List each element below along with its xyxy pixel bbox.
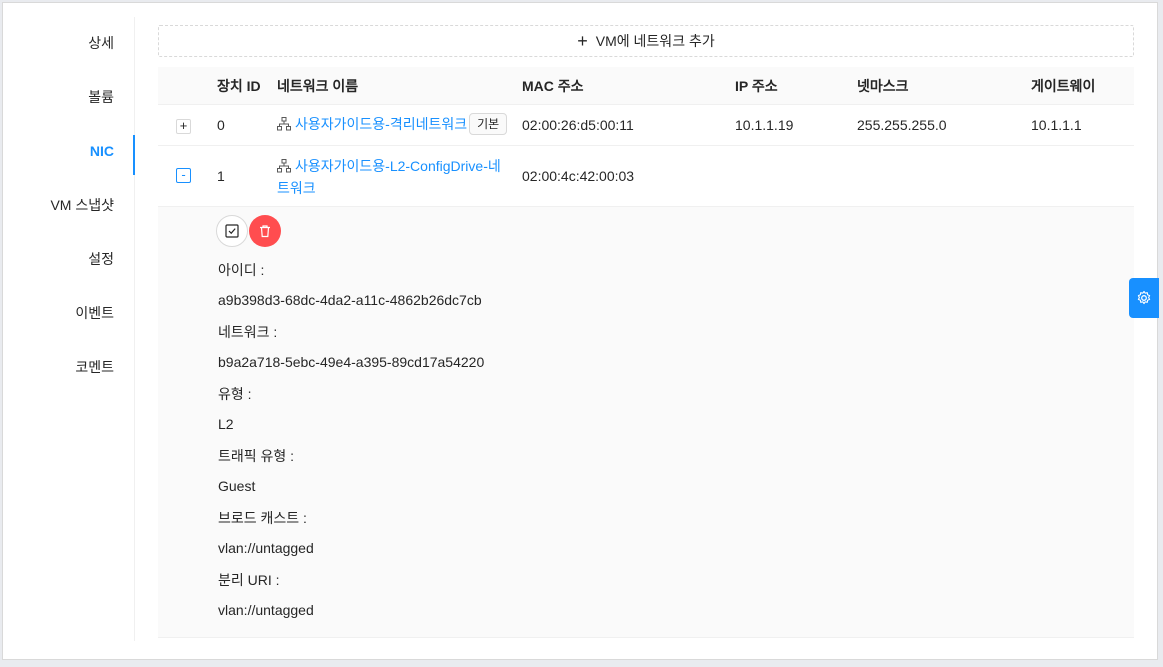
type-label: 유형 : xyxy=(218,386,252,402)
tab-nic[interactable]: NIC xyxy=(90,131,114,171)
ip-address: 10.1.1.19 xyxy=(735,117,794,133)
type-value: L2 xyxy=(218,416,234,432)
header-device-id: 장치 ID xyxy=(217,78,261,94)
expand-row-button[interactable]: + xyxy=(176,119,191,134)
network-icon xyxy=(277,117,291,131)
table-header: 장치 ID 네트워크 이름 MAC 주소 IP 주소 넷마스크 게이트웨이 xyxy=(158,67,1134,105)
id-value: a9b398d3-68dc-4da2-a11c-4862b26dc7cb xyxy=(218,292,482,308)
isolation-uri-value: vlan://untagged xyxy=(218,602,314,618)
tab-events[interactable]: 이벤트 xyxy=(75,293,114,333)
network-name-link[interactable]: 사용자가이드용-L2-ConfigDrive-네 xyxy=(295,158,501,174)
delete-icon xyxy=(260,225,270,238)
traffic-type-value: Guest xyxy=(218,478,256,494)
network-name-cell: 사용자가이드용-L2-ConfigDrive-네 트워크 xyxy=(277,155,501,199)
tab-volume[interactable]: 볼륨 xyxy=(88,77,114,117)
header-mac: MAC 주소 xyxy=(522,78,584,94)
network-icon xyxy=(277,159,291,173)
tab-comments[interactable]: 코멘트 xyxy=(75,347,114,387)
mac-address: 02:00:4c:42:00:03 xyxy=(522,168,635,184)
tab-detail[interactable]: 상세 xyxy=(88,23,114,63)
tab-settings[interactable]: 설정 xyxy=(88,239,114,279)
plus-icon: + xyxy=(577,31,588,51)
header-ip: IP 주소 xyxy=(735,78,778,94)
add-network-label: VM에 네트워크 추가 xyxy=(595,33,715,49)
network-name-cell: 사용자가이드용-격리네트워크 기본 xyxy=(277,113,508,135)
settings-float-button[interactable] xyxy=(1129,278,1159,318)
header-netmask: 넷마스크 xyxy=(857,78,909,94)
broadcast-value: vlan://untagged xyxy=(218,540,314,556)
header-gateway: 게이트웨이 xyxy=(1031,78,1096,94)
window-frame: 상세 볼륨 NIC VM 스냅샷 설정 이벤트 코멘트 + VM에 네트워크 추… xyxy=(2,2,1158,660)
side-tabs: 상세 볼륨 NIC VM 스냅샷 설정 이벤트 코멘트 xyxy=(3,17,135,641)
gateway: 10.1.1.1 xyxy=(1031,117,1082,133)
check-square-icon xyxy=(225,224,239,238)
add-network-button[interactable]: + VM에 네트워크 추가 xyxy=(158,25,1134,57)
nic-table: 장치 ID 네트워크 이름 MAC 주소 IP 주소 넷마스크 게이트웨이 + … xyxy=(158,67,1134,638)
mac-address: 02:00:26:d5:00:11 xyxy=(522,117,634,133)
collapse-row-button[interactable]: - xyxy=(176,168,191,183)
network-name-link[interactable]: 사용자가이드용-격리네트워크 xyxy=(295,116,467,132)
device-id: 1 xyxy=(217,168,225,184)
network-name-link-cont[interactable]: 트워크 xyxy=(277,180,316,196)
broadcast-label: 브로드 캐스트 : xyxy=(218,510,307,526)
table-row: - 1 사용자가이드용-L2-ConfigDrive-네 트워크 02:00:4… xyxy=(158,146,1134,207)
nic-details-panel: 아이디 : a9b398d3-68dc-4da2-a11c-4862b26dc7… xyxy=(158,207,1134,638)
gear-icon xyxy=(1137,290,1151,305)
id-label: 아이디 : xyxy=(218,262,265,278)
tab-vm-snapshot[interactable]: VM 스냅샷 xyxy=(50,185,114,225)
netmask: 255.255.255.0 xyxy=(857,117,947,133)
network-label: 네트워크 : xyxy=(218,324,278,340)
network-value: b9a2a718-5ebc-49e4-a395-89cd17a54220 xyxy=(218,354,485,370)
isolation-uri-label: 분리 URI : xyxy=(218,572,280,588)
active-tab-indicator xyxy=(133,135,135,175)
default-tag: 기본 xyxy=(469,113,508,135)
traffic-type-label: 트래픽 유형 : xyxy=(218,448,295,464)
table-row: + 0 사용자가이드용-격리네트워크 기본 02:00:26:d5:00:11 1… xyxy=(158,105,1134,146)
set-default-button[interactable] xyxy=(216,215,248,247)
device-id: 0 xyxy=(217,117,225,133)
delete-nic-button[interactable] xyxy=(249,215,281,247)
header-network-name: 네트워크 이름 xyxy=(277,78,359,94)
